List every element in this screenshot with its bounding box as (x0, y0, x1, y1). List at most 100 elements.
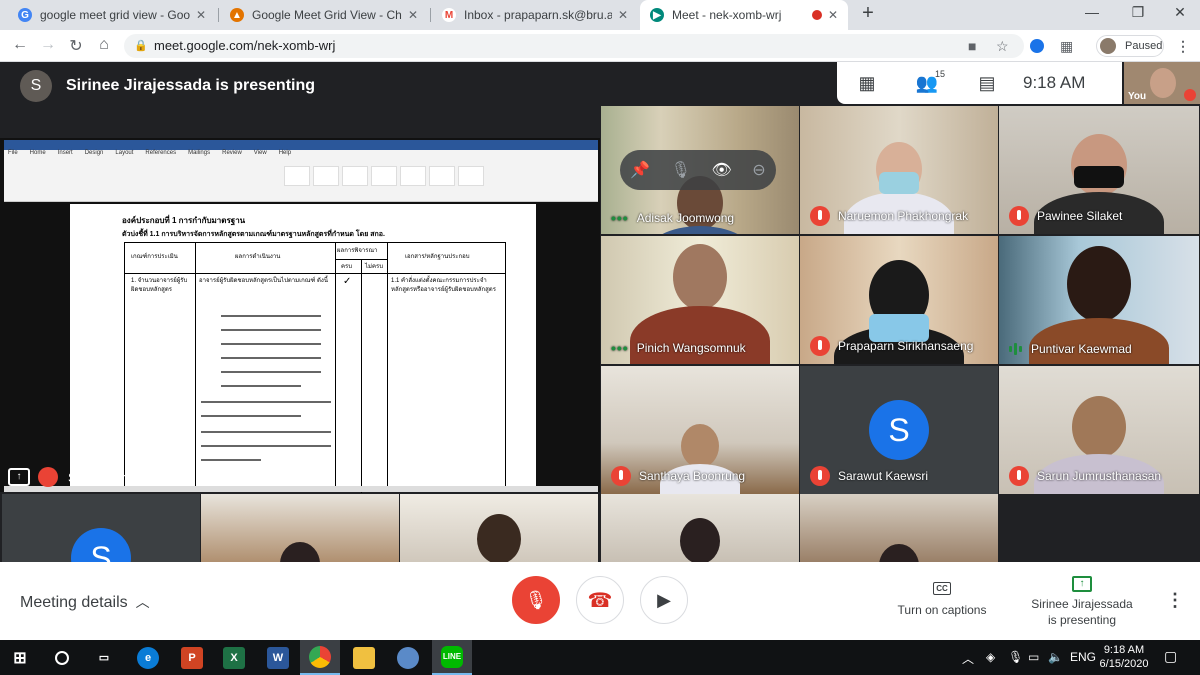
grid-extension-icon[interactable]: ▦ (1060, 38, 1073, 55)
hangup-icon: ☎ (587, 589, 613, 612)
participant-name: Prapaparn Sirikhansaeng (838, 339, 974, 353)
presenting-button[interactable]: ↑ Sirinee Jirajessada is presenting (1024, 574, 1140, 628)
participant-tile[interactable]: S (2, 494, 200, 562)
taskbar-app[interactable]: W (258, 640, 298, 675)
mic-off-icon (810, 466, 830, 486)
grid-view-icon[interactable]: ▦ (837, 73, 897, 94)
mic-off-icon (810, 336, 830, 356)
camera-toggle-button[interactable]: ▶ (640, 576, 688, 624)
mic-toggle-button[interactable]: 🎙 (512, 576, 560, 624)
meeting-details-button[interactable]: Meeting details ︿ (20, 592, 150, 612)
meet-stage: S Sirinee Jirajessada is presenting ▦ 👥 1… (0, 62, 1200, 562)
participant-tile[interactable] (400, 494, 598, 562)
tab-title: Google Meet Grid View - Chrome (252, 8, 402, 22)
browser-tab[interactable]: G google meet grid view - Google S ✕ (8, 0, 216, 30)
participant-tile[interactable] (800, 494, 998, 562)
table-cell: 1.1 คำสั่งแต่งตั้งคณะกรรมการประจำหลักสูต… (391, 278, 496, 293)
participant-name: Naruemon Phakhongrak (838, 209, 969, 223)
chevron-up-icon[interactable]: ︿ (962, 650, 974, 667)
mic-icon[interactable]: 🎙 (671, 160, 691, 180)
extension-icon[interactable] (1030, 39, 1044, 53)
captions-button[interactable]: CC Turn on captions (890, 580, 994, 617)
forward-icon[interactable]: → (36, 36, 60, 54)
meeting-details-label: Meeting details (20, 594, 128, 611)
minimize-icon[interactable]: — (1072, 4, 1112, 20)
mic-off-icon (810, 206, 830, 226)
restore-icon[interactable]: ❐ (1118, 4, 1158, 21)
close-window-icon[interactable]: ✕ (1160, 4, 1200, 21)
remove-icon[interactable]: ⊖ (752, 160, 765, 180)
participant-name: Sarun Jumrusthanasan (1037, 469, 1162, 483)
leave-call-button[interactable]: ☎ (576, 576, 624, 624)
close-icon[interactable]: ✕ (618, 8, 628, 22)
chevron-up-icon: ︿ (135, 594, 150, 610)
participant-tile[interactable]: ••• Pinich Wangsomnuk (601, 236, 799, 364)
search-button[interactable] (42, 640, 82, 675)
network-icon[interactable]: ▭ (1028, 650, 1039, 664)
chrome-icon (309, 645, 331, 668)
volume-icon[interactable]: 🔈 (1048, 650, 1063, 664)
chat-icon[interactable]: ▤ (957, 73, 1017, 94)
pin-icon[interactable]: 📌 (630, 160, 650, 180)
participant-tile[interactable]: Pawinee Silaket (999, 106, 1199, 234)
participant-tile[interactable] (601, 494, 799, 562)
close-icon[interactable]: ✕ (408, 8, 418, 22)
participant-tile[interactable]: S Sarawut Kaewsri (800, 366, 998, 494)
back-icon[interactable]: ← (8, 36, 32, 54)
notifications-icon[interactable]: ▢ (1164, 648, 1177, 665)
start-button[interactable]: ⊞ (0, 640, 40, 675)
avatar (1100, 38, 1116, 54)
present-icon: ↑ (8, 468, 30, 486)
reload-icon[interactable]: ↻ (64, 36, 88, 56)
menu-icon[interactable]: ⋮ (1176, 38, 1190, 55)
participant-tile[interactable] (201, 494, 399, 562)
profile-button[interactable]: Paused (1096, 35, 1164, 57)
table-cell: 1. จำนวนอาจารย์ผู้รับผิดชอบหลักสูตร (131, 278, 188, 293)
new-tab-button[interactable]: + (848, 2, 888, 25)
participant-tile[interactable]: Naruemon Phakhongrak (800, 106, 998, 234)
taskbar-app[interactable] (388, 640, 428, 675)
table-header: ครบ (341, 264, 353, 270)
line-icon: LINE (441, 645, 463, 668)
system-clock[interactable]: 9:18 AM 6/15/2020 (1092, 643, 1156, 671)
more-options-icon[interactable]: ⋮ (1166, 590, 1184, 611)
taskbar-app[interactable]: X (214, 640, 254, 675)
presenting-label: Sirinee Jirajessada (1031, 597, 1133, 611)
taskbar-app[interactable]: e (128, 640, 168, 675)
taskbar-app[interactable]: LINE (432, 640, 472, 675)
mic-icon[interactable]: 🎙 (1008, 650, 1023, 664)
task-view-icon: ▭ (98, 652, 110, 664)
recording-icon (811, 10, 822, 20)
eye-icon[interactable]: 👁 (711, 160, 731, 180)
browser-tab[interactable]: ▲ Google Meet Grid View - Chrome ✕ (220, 0, 428, 30)
meet-icon: ▶ (650, 8, 664, 22)
camera-icon[interactable]: ■ (968, 38, 976, 54)
taskbar-app-active[interactable] (300, 640, 340, 675)
presentation-tile[interactable]: File Home Insert Design Layout References Mail… (0, 138, 600, 493)
participant-tile[interactable]: Santhaya Boonrung (601, 366, 799, 494)
browser-tab-active[interactable]: ▶ Meet - nek-xomb-wrj ✕ (640, 0, 848, 30)
url-input[interactable]: 🔒 meet.google.com/nek-xomb-wrj (124, 34, 1024, 58)
close-icon[interactable]: ✕ (196, 8, 206, 22)
table-header: ไม่ครบ (365, 264, 384, 270)
taskbar-app[interactable] (344, 640, 384, 675)
participant-name: Sarawut Kaewsri (838, 469, 929, 483)
address-bar: ← → ↻ ⌂ 🔒 meet.google.com/nek-xomb-wrj ■… (0, 30, 1200, 62)
participant-tile[interactable]: Sarun Jumrusthanasan (999, 366, 1199, 494)
meeting-clock: 9:18 AM (1023, 73, 1086, 92)
participant-name: Puntivar Kaewmad (1031, 342, 1132, 356)
taskbar-app[interactable]: P (172, 640, 212, 675)
self-view-tile[interactable]: You (1124, 62, 1200, 104)
close-icon[interactable]: ✕ (828, 8, 838, 22)
people-button[interactable]: 👥 15 (897, 69, 957, 94)
task-view-button[interactable]: ▭ (84, 640, 124, 675)
dropbox-icon[interactable]: ◈ (986, 650, 995, 664)
participant-tile[interactable]: Prapaparn Sirikhansaeng (800, 236, 998, 364)
browser-tab[interactable]: M Inbox - prapaparn.sk@bru.ac.th - ✕ (432, 0, 638, 30)
presenting-label: is presenting (1047, 613, 1117, 627)
star-icon[interactable]: ☆ (996, 38, 1009, 55)
participant-tile[interactable]: Puntivar Kaewmad (999, 236, 1199, 364)
home-icon[interactable]: ⌂ (92, 36, 116, 54)
top-right-panel: ▦ 👥 15 ▤ 9:18 AM (837, 62, 1122, 104)
mic-off-icon (1009, 206, 1029, 226)
